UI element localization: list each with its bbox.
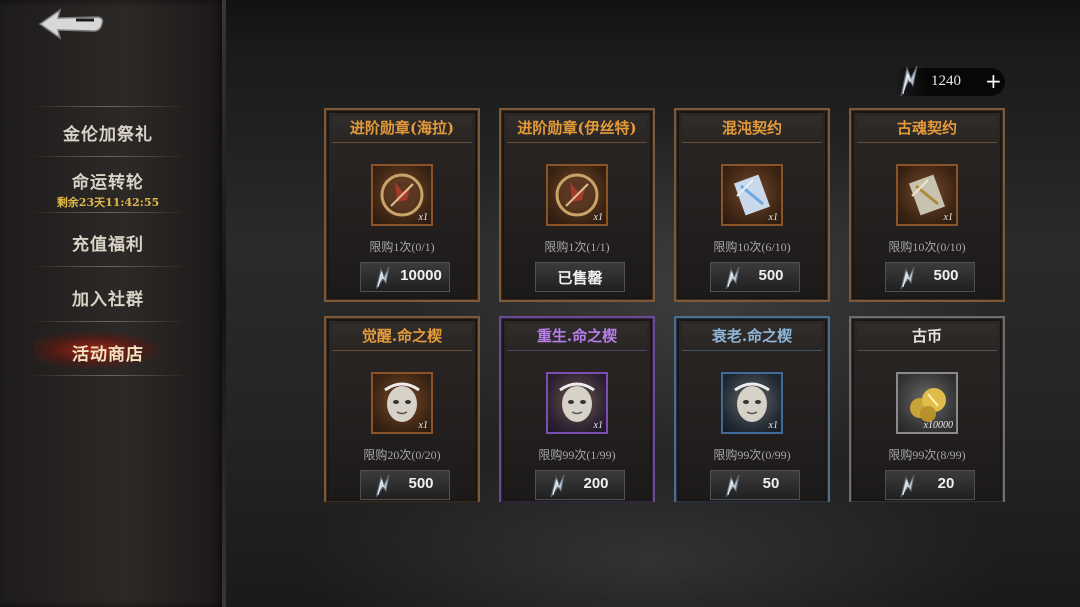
menu-divider <box>28 321 188 322</box>
item-title: 进阶勋章(海拉) <box>332 116 472 143</box>
item-price: 200 <box>583 475 609 492</box>
menu-divider <box>28 375 188 376</box>
shop-item-card[interactable]: 进阶勋章(海拉) x1 限购1次(0/1) 10000 <box>324 108 480 302</box>
buy-button[interactable]: 500 <box>360 470 450 500</box>
crystal-shard-icon <box>375 266 390 290</box>
item-quantity: x1 <box>593 212 603 223</box>
item-price: 50 <box>762 475 780 492</box>
item-title: 觉醒.命之楔 <box>332 324 472 351</box>
menu-divider <box>28 106 188 107</box>
menu-item-recharge[interactable]: 充值福利 <box>30 230 186 255</box>
crystal-shard-icon <box>375 474 390 498</box>
buy-button[interactable]: 200 <box>535 470 625 500</box>
item-price: 10000 <box>400 267 442 284</box>
item-slot[interactable]: x1 <box>721 372 783 434</box>
item-price: 已售罄 <box>557 269 603 287</box>
menu-divider <box>28 156 188 157</box>
shop-item-card[interactable]: 混沌契约 x1 限购10次(6/10) 500 <box>674 108 830 302</box>
item-slot[interactable]: x1 <box>896 164 958 226</box>
item-price: 500 <box>758 267 784 284</box>
buy-button[interactable]: 10000 <box>360 262 450 292</box>
menu-item-label: 命运转轮 <box>72 173 144 193</box>
shop-item-card[interactable]: 觉醒.命之楔 x1 限购20次(0/20) 500 <box>324 316 480 502</box>
purchase-limit: 限购10次(6/10) <box>713 240 791 254</box>
item-title: 混沌契约 <box>682 116 822 143</box>
crystal-shard-icon <box>900 65 918 97</box>
purchase-limit: 限购20次(0/20) <box>363 448 441 462</box>
crystal-shard-icon <box>900 474 915 498</box>
currency-display: 1240 + <box>893 65 1005 97</box>
menu-item-label: 加入社群 <box>72 290 144 310</box>
item-slot[interactable]: x1 <box>546 164 608 226</box>
purchase-limit: 限购1次(0/1) <box>369 240 435 254</box>
back-button[interactable] <box>36 6 108 42</box>
menu-item-event-shop[interactable]: 活动商店 <box>30 340 186 365</box>
top-band <box>226 0 1080 58</box>
item-quantity: x1 <box>418 420 428 431</box>
menu-item-label: 充值福利 <box>72 235 144 255</box>
shop-item-card[interactable]: 古币 x10000 限购99次(8/99) 20 <box>849 316 1005 502</box>
item-slot[interactable]: x10000 <box>896 372 958 434</box>
item-quantity: x10000 <box>923 420 953 431</box>
item-quantity: x1 <box>768 420 778 431</box>
buy-button[interactable]: 500 <box>710 262 800 292</box>
item-quantity: x1 <box>768 212 778 223</box>
crystal-shard-icon <box>550 474 565 498</box>
item-slot[interactable]: x1 <box>546 372 608 434</box>
item-price: 20 <box>937 475 955 492</box>
item-title: 古魂契约 <box>857 116 997 143</box>
item-title: 古币 <box>857 324 997 351</box>
buy-button[interactable]: 500 <box>885 262 975 292</box>
buy-button[interactable]: 已售罄 <box>535 262 625 292</box>
item-quantity: x1 <box>418 212 428 223</box>
shop-item-card[interactable]: 进阶勋章(伊丝特) x1 限购1次(1/1) 已售罄 <box>499 108 655 302</box>
buy-button[interactable]: 50 <box>710 470 800 500</box>
item-slot[interactable]: x1 <box>371 372 433 434</box>
menu-item-fate-wheel[interactable]: 命运转轮 剩余23天11:42:55 <box>30 168 186 210</box>
add-currency-button[interactable]: + <box>985 69 1002 93</box>
menu-item-jinlunjia[interactable]: 金伦加祭礼 <box>30 120 186 145</box>
shop-item-card[interactable]: 古魂契约 x1 限购10次(0/10) 500 <box>849 108 1005 302</box>
currency-amount: 1240 <box>931 73 961 89</box>
back-arrow-icon <box>38 8 104 40</box>
item-price: 500 <box>933 267 959 284</box>
shop-item-card[interactable]: 衰老.命之楔 x1 限购99次(0/99) 50 <box>674 316 830 502</box>
purchase-limit: 限购99次(0/99) <box>713 448 791 462</box>
countdown-timer: 剩余23天11:42:55 <box>56 196 160 209</box>
item-title: 衰老.命之楔 <box>682 324 822 351</box>
purchase-limit: 限购99次(1/99) <box>538 448 616 462</box>
menu-divider <box>28 266 188 267</box>
menu-item-label: 活动商店 <box>72 345 144 365</box>
shop-item-card[interactable]: 重生.命之楔 x1 限购99次(1/99) 200 <box>499 316 655 502</box>
menu-divider <box>28 212 188 213</box>
purchase-limit: 限购1次(1/1) <box>544 240 610 254</box>
crystal-shard-icon <box>900 266 915 290</box>
item-title: 进阶勋章(伊丝特) <box>507 116 647 143</box>
menu-item-label: 金伦加祭礼 <box>63 125 153 145</box>
sidebar: 金伦加祭礼 命运转轮 剩余23天11:42:55 充值福利 加入社群 活动商店 <box>0 0 226 607</box>
item-price: 500 <box>408 475 434 492</box>
item-quantity: x1 <box>593 420 603 431</box>
item-slot[interactable]: x1 <box>371 164 433 226</box>
item-title: 重生.命之楔 <box>507 324 647 351</box>
crystal-shard-icon <box>725 474 740 498</box>
crystal-shard-icon <box>725 266 740 290</box>
item-quantity: x1 <box>943 212 953 223</box>
item-slot[interactable]: x1 <box>721 164 783 226</box>
buy-button[interactable]: 20 <box>885 470 975 500</box>
purchase-limit: 限购99次(8/99) <box>888 448 966 462</box>
purchase-limit: 限购10次(0/10) <box>888 240 966 254</box>
menu-item-community[interactable]: 加入社群 <box>30 285 186 310</box>
